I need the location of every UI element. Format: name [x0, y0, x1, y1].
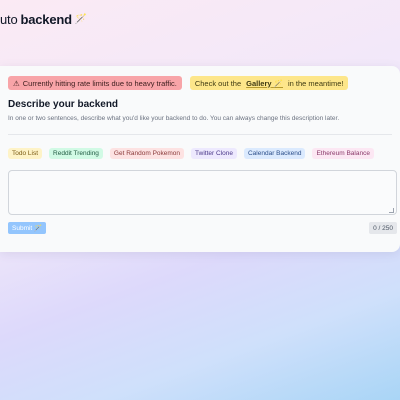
example-chip-reddit-trending[interactable]: Reddit Trending	[49, 148, 103, 159]
magic-wand-icon: 🪄	[273, 78, 283, 88]
brand-name-right: backend	[20, 11, 72, 27]
rate-limit-text: Currently hitting rate limits due to hea…	[22, 78, 177, 88]
example-chip-random-pokemon[interactable]: Get Random Pokemon	[109, 148, 185, 159]
main-card: ⚠ Currently hitting rate limits due to h…	[0, 66, 400, 252]
page-description: In one or two sentences, describe what y…	[8, 115, 340, 122]
submit-label: Submit	[12, 224, 33, 232]
page-title: Describe your backend	[8, 99, 119, 110]
banner-row: ⚠ Currently hitting rate limits due to h…	[8, 76, 349, 90]
warning-icon: ⚠	[13, 78, 20, 88]
gallery-link[interactable]: Gallery 🪄	[244, 79, 285, 88]
textarea-resize-handle[interactable]	[389, 208, 394, 213]
brand-name-left: uto	[0, 11, 18, 27]
character-counter: 0 / 250	[369, 222, 397, 234]
example-chip-calendar-backend[interactable]: Calendar Backend	[243, 148, 306, 159]
brand-logo[interactable]: uto backend 🪄	[0, 12, 87, 27]
magic-wand-icon: 🪄	[34, 225, 43, 232]
top-bar: uto backend 🪄	[0, 0, 400, 38]
backend-description-input[interactable]	[8, 170, 397, 215]
submit-button[interactable]: Submit 🪄	[8, 222, 47, 234]
example-chip-twitter-clone[interactable]: Twitter Clone	[191, 148, 237, 159]
example-chips: Todo List Reddit Trending Get Random Pok…	[8, 148, 374, 159]
gallery-link-label: Gallery	[246, 78, 272, 88]
gallery-banner-suffix: in the meantime!	[288, 78, 344, 88]
gallery-banner: Check out the Gallery 🪄 in the meantime!	[189, 76, 349, 90]
magic-wand-icon: 🪄	[74, 13, 88, 25]
gallery-banner-prefix: Check out the	[194, 78, 242, 88]
example-chip-todo-list[interactable]: Todo List	[8, 148, 43, 159]
divider	[8, 134, 392, 135]
example-chip-ethereum-balance[interactable]: Ethereum Balance	[312, 148, 374, 159]
rate-limit-banner: ⚠ Currently hitting rate limits due to h…	[8, 76, 182, 90]
